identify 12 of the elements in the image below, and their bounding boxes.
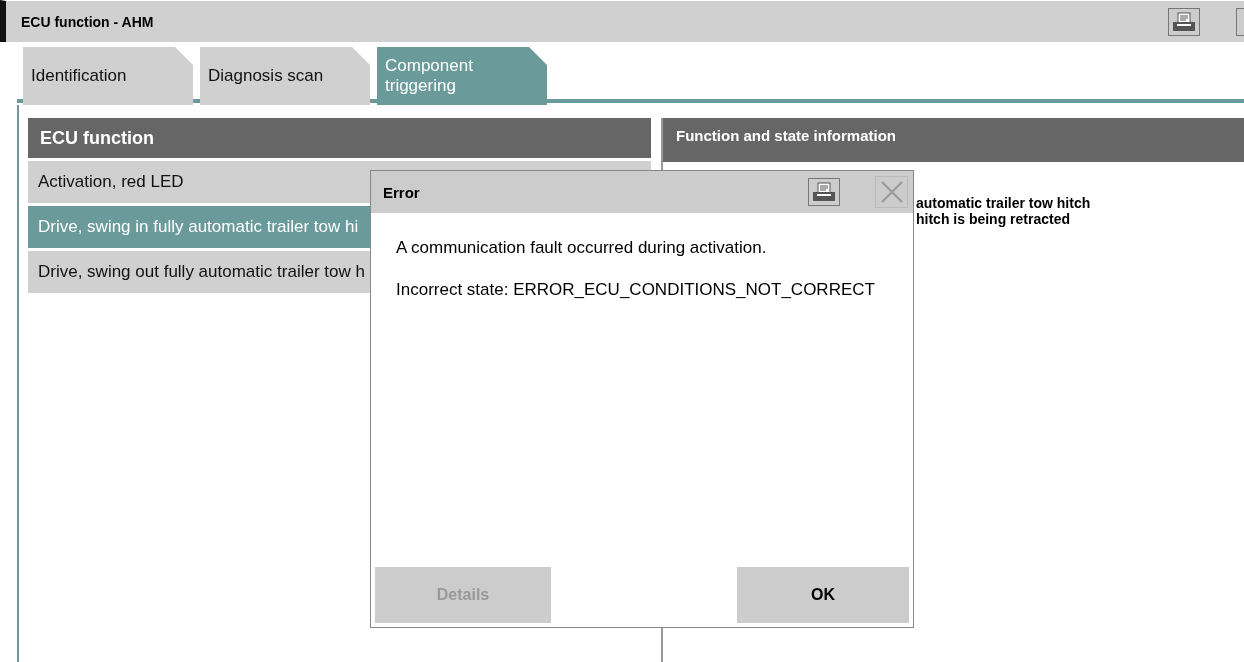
panel-header: Function and state information	[663, 118, 1244, 162]
print-icon[interactable]	[1168, 7, 1200, 36]
list-header: ECU function	[28, 118, 651, 158]
info-text: hitch is being retracted	[915, 211, 1072, 227]
window-title: ECU function - AHM	[20, 13, 155, 30]
tab[interactable]: Identification	[23, 47, 193, 105]
print-icon[interactable]	[808, 178, 840, 206]
ok-button[interactable]: OK	[737, 567, 909, 623]
info-text: automatic trailer tow hitch	[915, 195, 1092, 211]
toolbar-button[interactable]	[1236, 7, 1244, 36]
dialog-title: Error	[383, 183, 421, 201]
tab[interactable]: Diagnosis scan	[200, 47, 370, 105]
